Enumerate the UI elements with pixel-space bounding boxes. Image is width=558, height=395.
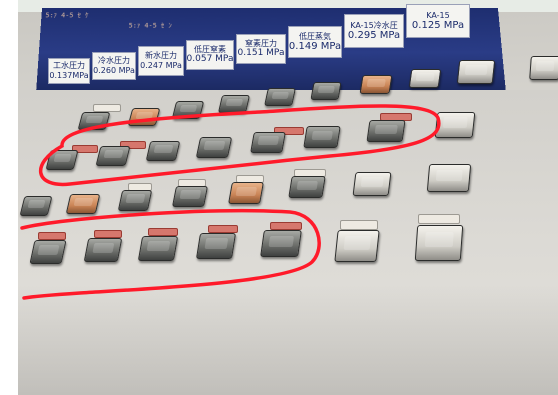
gauge-value: 0.125 MPa <box>411 20 465 31</box>
console-push-button[interactable] <box>408 69 442 88</box>
button-tag <box>418 214 460 224</box>
console-push-button[interactable] <box>456 60 496 84</box>
button-tag-red <box>38 232 66 240</box>
console-push-button[interactable] <box>195 233 237 259</box>
console-push-button[interactable] <box>366 120 406 142</box>
console-push-button[interactable] <box>303 126 341 148</box>
console-push-button[interactable] <box>171 101 205 119</box>
console-push-button[interactable] <box>45 150 79 170</box>
console-push-button[interactable] <box>414 225 464 261</box>
button-tag-red <box>208 225 238 233</box>
console-push-button[interactable] <box>434 112 476 138</box>
gauge-label: 低圧窒素 <box>194 45 226 54</box>
console-push-button[interactable] <box>310 82 342 100</box>
gauge-low-pressure-steam: 低圧蒸気 0.149 MPa <box>288 26 342 58</box>
gauge-value: 0.057 MPa <box>186 54 234 64</box>
screen-status-text: 5:ｧ 4-5 ｾ ﾝ <box>128 21 172 30</box>
console-push-button[interactable] <box>352 172 392 196</box>
gauge-label: 冷水圧力 <box>98 56 130 65</box>
desk-edge-shadow <box>18 285 558 395</box>
console-push-button[interactable] <box>171 186 209 207</box>
console-push-button-lit[interactable] <box>359 75 393 94</box>
console-push-button[interactable] <box>83 238 123 262</box>
gauge-ka15: KA-15 0.125 MPa <box>406 4 470 38</box>
gauge-label: KA-15冷水圧 <box>350 21 398 30</box>
button-tag-red <box>270 222 302 230</box>
gauge-industrial-water: 工水圧力 0.137MPa <box>48 58 90 84</box>
screen-status-text: 5:ｧ 4-5 ｾ ｹ <box>45 11 89 20</box>
gauge-nitrogen: 窒素圧力 0.151 MPa <box>236 34 286 64</box>
button-tag <box>93 104 121 112</box>
gauge-value: 0.295 MPa <box>347 30 401 41</box>
console-push-button-lit[interactable] <box>127 108 161 126</box>
gauge-value: 0.151 MPa <box>237 48 285 58</box>
console-push-button[interactable] <box>117 190 153 211</box>
console-push-button[interactable] <box>77 112 111 130</box>
console-push-button[interactable] <box>137 236 179 261</box>
button-tag <box>340 220 378 230</box>
control-console-photo: 5:ｧ 4-5 ｾ ｹ 5:ｧ 4-5 ｾ ﾝ 工水圧力 0.137MPa 冷水… <box>18 0 558 395</box>
console-push-button[interactable] <box>217 95 251 113</box>
console-push-button[interactable] <box>250 132 286 153</box>
gauge-value: 0.247 MPa <box>140 61 182 70</box>
console-push-button[interactable] <box>195 137 233 158</box>
console-push-button-lit[interactable] <box>65 194 101 214</box>
gauge-label: 窒素圧力 <box>245 39 277 48</box>
console-push-button[interactable] <box>288 176 326 198</box>
gauge-fresh-water: 新水圧力 0.247 MPa <box>138 46 184 76</box>
console-push-button[interactable] <box>334 230 380 262</box>
gauge-ka15-cold-water: KA-15冷水圧 0.295 MPa <box>344 14 404 48</box>
gauge-cold-water: 冷水圧力 0.260 MPa <box>92 52 136 80</box>
console-push-button[interactable] <box>529 56 558 80</box>
gauge-label: 工水圧力 <box>53 61 85 70</box>
console-push-button[interactable] <box>145 141 181 161</box>
console-push-button[interactable] <box>426 164 472 192</box>
console-push-button[interactable] <box>260 230 302 257</box>
gauge-value: 0.137MPa <box>49 71 89 80</box>
gauge-value: 0.149 MPa <box>288 41 342 52</box>
console-push-button-lit[interactable] <box>228 182 264 204</box>
console-push-button[interactable] <box>29 240 67 264</box>
gauge-value: 0.260 MPa <box>93 66 135 75</box>
gauge-label: 低圧蒸気 <box>299 32 331 41</box>
console-push-button[interactable] <box>264 88 296 106</box>
console-push-button[interactable] <box>95 146 131 166</box>
gauge-low-pressure-nitrogen: 低圧窒素 0.057 MPa <box>186 40 234 70</box>
gauge-label: KA-15 <box>426 11 450 20</box>
button-tag-red <box>94 230 122 238</box>
button-tag-red <box>148 228 178 236</box>
console-push-button[interactable] <box>19 196 53 216</box>
gauge-label: 新水圧力 <box>145 51 177 60</box>
